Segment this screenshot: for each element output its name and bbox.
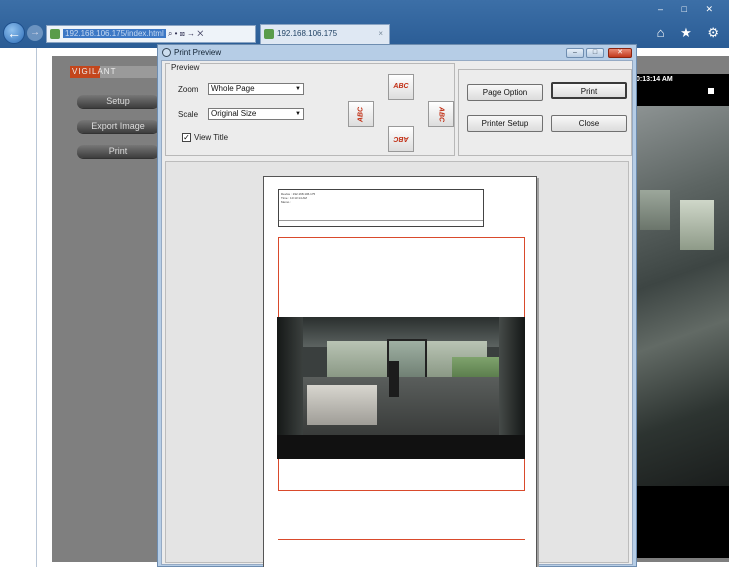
sheet-footer-line (278, 539, 525, 540)
view-title-checkbox[interactable]: ✓ (182, 133, 191, 142)
orientation-portrait-button[interactable]: ABC (388, 74, 414, 100)
printer-setup-button[interactable]: Printer Setup (467, 115, 543, 132)
address-controls[interactable]: ⌕ • ⊠ → ✕ (168, 29, 203, 38)
orientation-rotate-left-button[interactable]: ABC (348, 101, 374, 127)
browser-tab[interactable]: 192.168.106.175 × (260, 24, 390, 44)
preview-group: Preview Zoom Whole Page ▼ Scale Original… (165, 63, 455, 156)
scale-value: Original Size (211, 109, 257, 118)
site-icon (50, 29, 60, 39)
home-star-gear-icons[interactable]: ⌂ ★ ⚙ (657, 25, 725, 41)
dialog-body: Preview Zoom Whole Page ▼ Scale Original… (161, 60, 633, 567)
orientation-flip-button[interactable]: ABC (388, 126, 414, 152)
camera-image (628, 106, 729, 486)
brand-logo: VIGILANT (70, 66, 170, 78)
orientation-text: ABC (393, 83, 409, 90)
window-controls[interactable]: – □ ✕ (658, 4, 721, 15)
camera-indicator (708, 88, 714, 94)
view-title-label: View Title (194, 133, 229, 142)
export-image-button[interactable]: Export Image (77, 120, 159, 133)
tab-site-icon (264, 29, 274, 39)
screen: ← → 192.168.106.175/index.html ⌕ • ⊠ → ✕… (0, 0, 729, 567)
camera-window-left (640, 190, 670, 230)
orientation-text: ABC (437, 106, 445, 123)
tab-close-icon[interactable]: × (378, 25, 383, 43)
minimize-icon[interactable]: – (566, 48, 584, 58)
back-arrow-icon[interactable]: ← (3, 22, 25, 44)
chevron-down-icon: ▼ (295, 111, 301, 117)
page-option-button[interactable]: Page Option (467, 84, 543, 101)
zoom-label: Zoom (178, 85, 199, 94)
print-web-button[interactable]: Print (77, 145, 159, 158)
logo-text: VIGILANT (72, 67, 117, 76)
sheet-header-box: Device : 192.168.106.175 Time : 10:13:14… (278, 189, 484, 227)
browser-chrome: ← → 192.168.106.175/index.html ⌕ • ⊠ → ✕… (0, 0, 729, 48)
forward-arrow-icon[interactable]: → (27, 25, 43, 41)
orientation-text: ABC (357, 106, 365, 123)
header-line: Memo : (281, 200, 292, 204)
page-preview-area[interactable]: Device : 192.168.106.175 Time : 10:13:14… (165, 161, 629, 567)
maximize-icon[interactable]: □ (586, 48, 604, 58)
preview-sheet: Device : 192.168.106.175 Time : 10:13:14… (263, 176, 537, 567)
address-text: 192.168.106.175/index.html (63, 29, 166, 38)
print-preview-dialog: Print Preview – □ ✕ Preview Zoom Whole P… (157, 44, 637, 567)
orientation-text: ABC (393, 135, 409, 142)
scale-label: Scale (178, 110, 199, 119)
zoom-select[interactable]: Whole Page ▼ (208, 83, 304, 95)
chevron-down-icon: ▼ (295, 86, 301, 92)
scale-select[interactable]: Original Size ▼ (208, 108, 304, 120)
print-button[interactable]: Print (551, 82, 627, 99)
setup-button[interactable]: Setup (77, 95, 159, 108)
close-button[interactable]: Close (551, 115, 627, 132)
dialog-title: Print Preview (174, 48, 222, 57)
close-icon[interactable]: ✕ (608, 48, 632, 58)
zoom-value: Whole Page (211, 84, 255, 93)
address-bar[interactable]: 192.168.106.175/index.html ⌕ • ⊠ → ✕ (46, 25, 256, 43)
camera-window-right (680, 200, 714, 250)
snapshot-image (277, 317, 525, 459)
tab-label: 192.168.106.175 (277, 29, 338, 38)
action-buttons-group: Page Option Print Printer Setup Close (458, 69, 632, 156)
orientation-rotate-right-button[interactable]: ABC (428, 101, 454, 127)
preview-group-label: Preview (170, 63, 201, 72)
